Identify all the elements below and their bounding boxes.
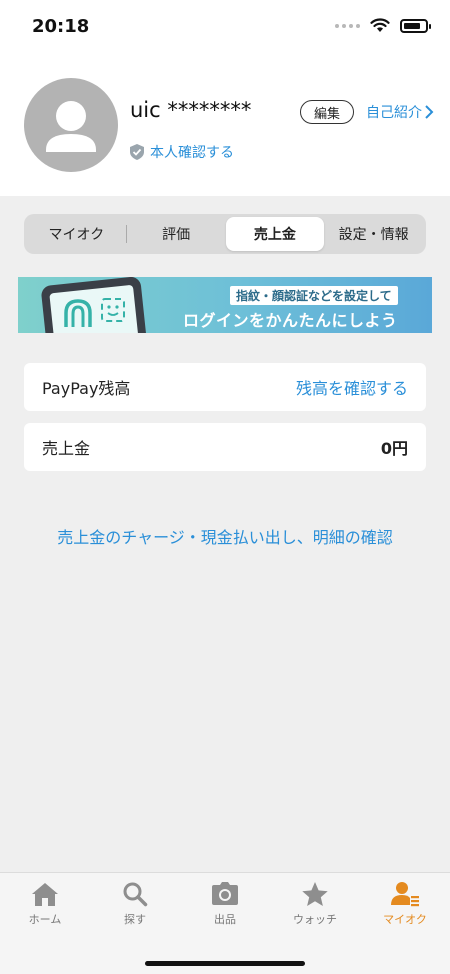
tabbar-search-label: 探す [124, 913, 146, 926]
identity-verify-link[interactable]: 本人確認する [130, 142, 234, 162]
bottom-tab-bar: ホーム 探す 出品 ウォッチ マイオク [0, 872, 450, 974]
tabbar-watch-label: ウォッチ [293, 913, 337, 926]
shield-check-icon [130, 144, 144, 160]
sales-proceeds-label: 売上金 [42, 439, 91, 458]
self-intro-link[interactable]: 自己紹介 [366, 102, 434, 122]
biometric-login-banner[interactable]: 指紋・顔認証などを設定して ログインをかんたんにしよう [18, 277, 432, 333]
tabbar-my-auction[interactable]: マイオク [360, 881, 450, 927]
status-icons [335, 18, 431, 33]
tabbar-search[interactable]: 探す [90, 881, 180, 927]
tabbar-watch[interactable]: ウォッチ [270, 881, 360, 927]
banner-headline: ログインをかんたんにしよう [183, 311, 398, 330]
phone-illustration [41, 277, 147, 333]
avatar[interactable] [24, 78, 118, 172]
home-indicator [145, 961, 305, 966]
username: uic ******** [130, 98, 252, 122]
status-time: 20:18 [32, 16, 90, 37]
tab-settings-info[interactable]: 設定・情報 [324, 217, 423, 251]
tab-my-auction[interactable]: マイオク [27, 217, 126, 251]
camera-icon [212, 882, 238, 905]
chevron-right-icon [425, 105, 434, 119]
banner-subtext: 指紋・顔認証などを設定して [230, 286, 398, 305]
signal-dots-icon [335, 23, 360, 28]
sales-proceeds-value: 0円 [380, 439, 408, 458]
segment-tabs: マイオク 評価 売上金 設定・情報 [24, 214, 426, 254]
tabbar-sell[interactable]: 出品 [180, 881, 270, 927]
paypay-balance-card[interactable]: PayPay残高 残高を確認する [24, 363, 426, 411]
edit-profile-button[interactable]: 編集 [300, 100, 354, 124]
home-icon [32, 883, 58, 906]
profile-header: uic ******** 本人確認する 編集 自己紹介 [0, 56, 450, 196]
check-balance-link[interactable]: 残高を確認する [296, 375, 408, 399]
charge-withdraw-details-link[interactable]: 売上金のチャージ・現金払い出し、明細の確認 [0, 524, 450, 548]
tabbar-sell-label: 出品 [214, 913, 236, 926]
tabbar-home[interactable]: ホーム [0, 881, 90, 927]
identity-verify-label: 本人確認する [150, 145, 234, 161]
battery-icon [400, 18, 431, 33]
tab-rating[interactable]: 評価 [127, 217, 226, 251]
status-bar: 20:18 [0, 0, 450, 56]
sales-proceeds-card: 売上金 0円 [24, 423, 426, 471]
paypay-balance-label: PayPay残高 [42, 379, 131, 398]
user-placeholder-icon [46, 101, 96, 152]
user-list-icon [391, 882, 419, 907]
tabbar-home-label: ホーム [28, 913, 62, 926]
self-intro-label: 自己紹介 [366, 105, 422, 121]
search-icon [123, 882, 148, 907]
tab-sales-proceeds[interactable]: 売上金 [225, 217, 325, 251]
tabbar-my-auction-label: マイオク [383, 913, 427, 926]
star-icon [302, 882, 328, 906]
wifi-icon [370, 18, 390, 32]
